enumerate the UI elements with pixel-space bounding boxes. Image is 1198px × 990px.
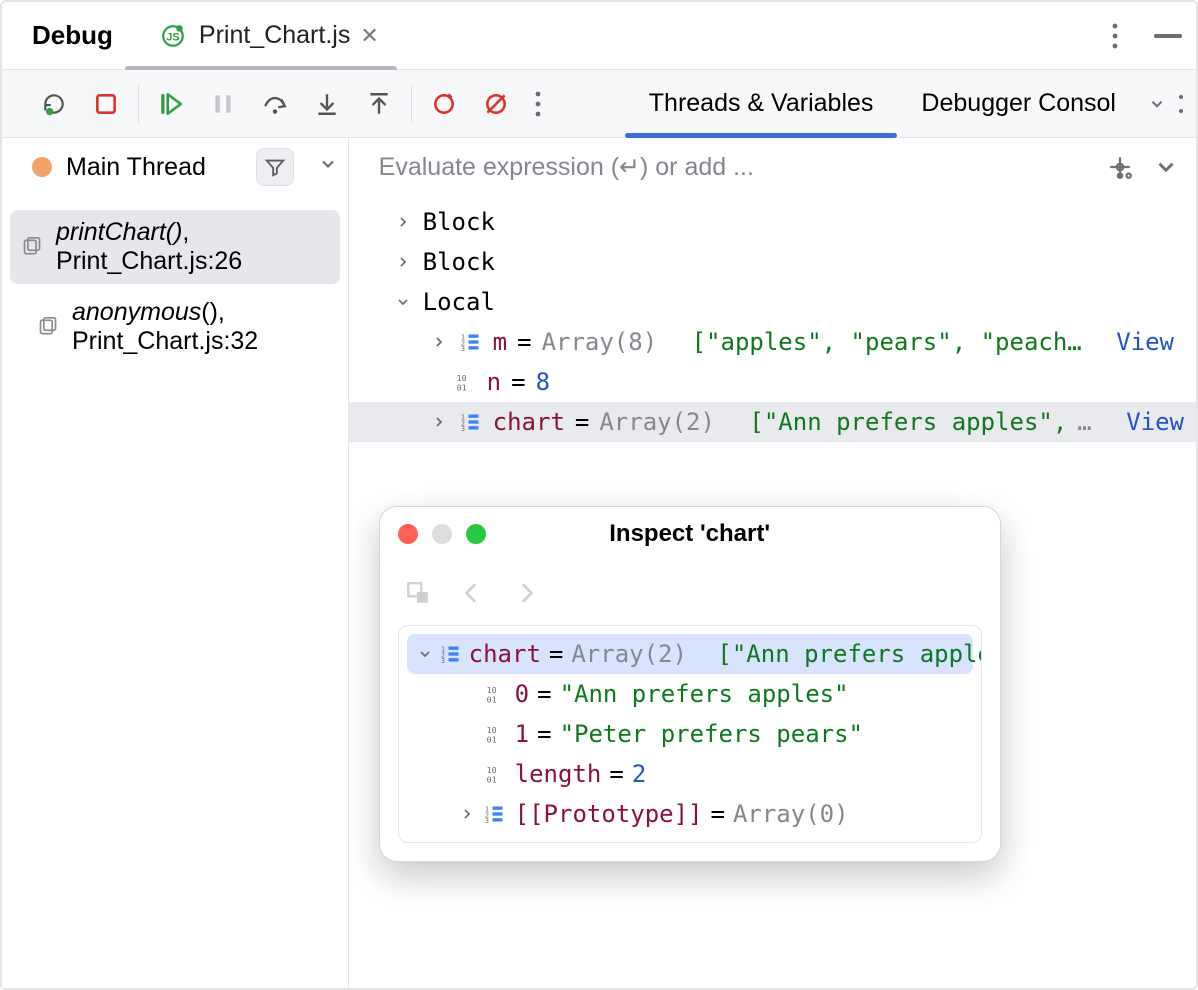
close-icon[interactable]	[398, 524, 418, 544]
variable-row-selected[interactable]: 123 chart = Array(2) ["Ann prefers apple…	[349, 402, 1196, 442]
chevron-right-icon	[429, 334, 449, 350]
maximize-icon[interactable]	[466, 524, 486, 544]
debug-tool-window-tab[interactable]: Debug	[32, 20, 113, 51]
view-link[interactable]: View	[1126, 408, 1184, 436]
variables-pane: Evaluate expression (↵) or add ... Block	[349, 138, 1196, 988]
inspect-root[interactable]: 123 chart = Array(2) ["Ann prefers apple…	[407, 634, 973, 674]
variable-row[interactable]: 123 m = Array(8) ["apples", "pears", "pe…	[349, 322, 1196, 362]
array-icon: 123	[441, 644, 461, 664]
history-icon[interactable]	[402, 577, 434, 609]
popup-title: Inspect 'chart'	[609, 520, 770, 548]
array-icon: 123	[459, 332, 483, 352]
frame-fn: anonymous	[72, 298, 201, 326]
primitive-icon: 1001	[483, 684, 507, 704]
primitive-icon: 1001	[453, 372, 477, 392]
array-icon: 123	[459, 412, 483, 432]
chevron-down-icon	[417, 640, 433, 668]
inspect-length[interactable]: 1001 length = 2	[401, 754, 979, 794]
inspect-tree: 123 chart = Array(2) ["Ann prefers apple…	[398, 625, 982, 843]
tab-threads-variables[interactable]: Threads & Variables	[625, 70, 898, 137]
scope-local[interactable]: Local	[349, 282, 1196, 322]
frame-fn: printChart()	[56, 218, 182, 246]
more-icon[interactable]	[1112, 23, 1118, 49]
breakpoints-icon[interactable]	[428, 88, 460, 120]
svg-text:3: 3	[461, 425, 465, 432]
editor-tabbar: Debug JS Print_Chart.js ✕	[2, 2, 1196, 70]
inspect-popup: Inspect 'chart' 123	[379, 506, 1001, 862]
minimize-icon[interactable]	[1154, 34, 1182, 38]
chevron-right-icon	[459, 800, 475, 828]
back-icon[interactable]	[456, 577, 488, 609]
chevron-right-icon	[393, 214, 413, 230]
forward-icon[interactable]	[510, 577, 542, 609]
thread-status-icon	[32, 157, 52, 177]
rerun-icon[interactable]	[38, 88, 70, 120]
inspect-item[interactable]: 1001 1 = "Peter prefers pears"	[401, 714, 979, 754]
primitive-icon: 1001	[483, 724, 507, 744]
filter-icon[interactable]	[256, 148, 294, 186]
mute-breakpoints-icon[interactable]	[480, 88, 512, 120]
thread-expand-icon[interactable]	[318, 153, 338, 181]
variable-row[interactable]: 1001 n = 8	[349, 362, 1196, 402]
resume-icon[interactable]	[155, 88, 187, 120]
layout-icon[interactable]	[1104, 151, 1136, 183]
file-tab[interactable]: JS Print_Chart.js ✕	[145, 2, 391, 69]
popup-titlebar[interactable]: Inspect 'chart'	[380, 507, 1000, 561]
svg-text:01: 01	[486, 774, 496, 784]
svg-text:01: 01	[486, 734, 496, 744]
chevron-right-icon	[429, 414, 449, 430]
svg-text:01: 01	[456, 382, 466, 392]
panel-expand-icon[interactable]	[1150, 151, 1182, 183]
minimize-icon[interactable]	[432, 524, 452, 544]
svg-text:JS: JS	[166, 31, 179, 43]
inspect-prototype[interactable]: 123 [[Prototype]] = Array(0)	[401, 794, 979, 834]
tabs-overflow-icon[interactable]	[1140, 95, 1174, 113]
step-into-icon[interactable]	[311, 88, 343, 120]
tabs-more-icon[interactable]	[1174, 94, 1188, 114]
step-out-icon[interactable]	[363, 88, 395, 120]
pause-icon[interactable]	[207, 88, 239, 120]
inspect-item[interactable]: 1001 0 = "Ann prefers apples"	[401, 674, 979, 714]
primitive-icon: 1001	[483, 764, 507, 784]
svg-text:3: 3	[485, 817, 489, 824]
step-over-icon[interactable]	[259, 88, 291, 120]
evaluate-input[interactable]: Evaluate expression (↵) or add ...	[379, 152, 1090, 182]
view-link[interactable]: View	[1116, 328, 1174, 356]
chevron-right-icon	[393, 254, 413, 270]
tab-debugger-console[interactable]: Debugger Consol	[897, 70, 1140, 137]
svg-text:3: 3	[461, 345, 465, 352]
array-icon: 123	[483, 804, 507, 824]
chevron-down-icon	[393, 294, 413, 310]
frames-pane: Main Thread printChart(), Print_Chart.js…	[2, 138, 349, 988]
toolbar-more-icon[interactable]	[532, 88, 564, 120]
file-tab-label: Print_Chart.js	[199, 21, 350, 50]
scope-block[interactable]: Block	[349, 202, 1196, 242]
scope-block[interactable]: Block	[349, 242, 1196, 282]
frame-icon	[38, 317, 58, 337]
javascript-file-icon: JS	[157, 20, 189, 52]
stack-frame[interactable]: printChart(), Print_Chart.js:26	[10, 210, 340, 284]
thread-header[interactable]: Main Thread	[2, 138, 348, 196]
stack-frame[interactable]: anonymous(), Print_Chart.js:32	[2, 290, 348, 364]
stop-icon[interactable]	[90, 88, 122, 120]
debug-toolbar: Threads & Variables Debugger Consol	[2, 70, 1196, 138]
thread-name: Main Thread	[66, 153, 206, 182]
close-icon[interactable]: ✕	[360, 23, 378, 49]
svg-text:3: 3	[441, 657, 445, 664]
frame-icon	[22, 237, 42, 257]
svg-text:01: 01	[486, 694, 496, 704]
